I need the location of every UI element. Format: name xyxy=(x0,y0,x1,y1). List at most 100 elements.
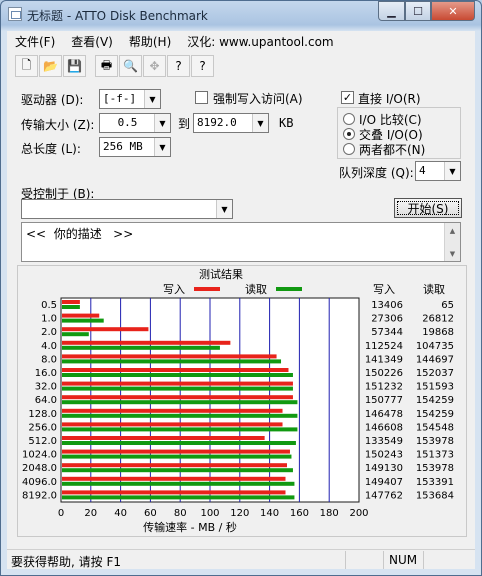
x-tick-label: 200 xyxy=(349,508,368,519)
transfer-from-value: 0.5 xyxy=(117,116,138,129)
y-tick-label: 64.0 xyxy=(35,395,57,406)
resize-grip-icon[interactable] xyxy=(461,550,475,569)
x-tick-label: 40 xyxy=(114,508,127,519)
y-tick-label: 512.0 xyxy=(28,436,57,447)
save-icon[interactable]: 💾 xyxy=(63,55,86,77)
start-button[interactable]: 开始(S) xyxy=(394,198,462,218)
x-tick-label: 0 xyxy=(58,508,64,519)
menu-file[interactable]: 文件(F) xyxy=(7,33,63,50)
read-bar xyxy=(62,468,293,473)
write-value: 141349 xyxy=(365,354,403,365)
force-write-checkbox[interactable] xyxy=(195,91,208,104)
read-bar xyxy=(62,413,298,418)
x-tick-label: 60 xyxy=(144,508,157,519)
io-overlap-radio[interactable] xyxy=(343,128,355,140)
kb-unit-label: KB xyxy=(279,116,294,130)
queue-depth-select[interactable]: 4 ▼ xyxy=(415,161,461,181)
menu-localization-link[interactable]: 汉化: www.upantool.com xyxy=(179,33,341,50)
print-preview-icon[interactable]: 🔍 xyxy=(119,55,142,77)
y-tick-label: 128.0 xyxy=(28,409,57,420)
chevron-down-icon: ▼ xyxy=(216,200,232,218)
context-help-icon[interactable]: ? xyxy=(191,55,214,77)
results-chart: 测试结果写入 读取 写入 读取 0 20 40 60 80 100 120 140 160 180 200 传… xyxy=(22,268,454,534)
read-value: 153391 xyxy=(416,477,454,488)
legend-write-label: 写入 xyxy=(163,283,185,296)
x-tick-label: 160 xyxy=(290,508,309,519)
write-bar xyxy=(62,463,287,468)
legend-read-label: 读取 xyxy=(245,282,267,296)
help-icon[interactable]: ? xyxy=(167,55,190,77)
new-file-icon[interactable]: 🗋 xyxy=(15,55,38,77)
maximize-button[interactable]: ☐ xyxy=(405,1,431,21)
read-bar xyxy=(62,386,293,391)
read-bar xyxy=(62,427,298,432)
main-panel: 🗋 📂 💾 🖶 🔍 ✥ ? ? 驱动器 (D): [-f-] ▼ 强制写入访问(… xyxy=(7,51,475,569)
read-value: 152037 xyxy=(416,368,454,379)
description-box[interactable]: << 你的描述 >> ▲ ▼ xyxy=(21,222,461,262)
write-value: 146478 xyxy=(365,409,403,420)
read-value: 153978 xyxy=(416,436,454,447)
title-bar: 无标题 - ATTO Disk Benchmark ▁ ☐ ✕ xyxy=(1,1,481,29)
transfer-to-select[interactable]: 8192.0 ▼ xyxy=(193,113,269,133)
read-value: 151593 xyxy=(416,382,454,393)
controlled-by-select[interactable]: ▼ xyxy=(21,199,233,219)
app-icon xyxy=(8,7,22,21)
read-value: 65 xyxy=(441,300,454,311)
read-value: 153684 xyxy=(416,490,454,501)
read-bar xyxy=(62,345,220,350)
write-value: 150243 xyxy=(365,450,403,461)
write-value: 146608 xyxy=(365,422,403,433)
read-value: 154548 xyxy=(416,422,454,433)
description-text: << 你的描述 >> xyxy=(26,227,134,241)
minimize-button[interactable]: ▁ xyxy=(378,1,405,21)
write-bar xyxy=(62,490,286,495)
drive-select[interactable]: [-f-] ▼ xyxy=(99,89,161,109)
queue-depth-value: 4 xyxy=(419,164,426,177)
write-column-header: 写入 xyxy=(373,283,395,296)
write-bar xyxy=(62,449,290,454)
read-value: 154259 xyxy=(416,395,454,406)
neither-radio[interactable] xyxy=(343,143,355,155)
status-cell-caps xyxy=(345,551,383,569)
write-value: 149407 xyxy=(365,477,403,488)
write-bar xyxy=(62,395,293,400)
write-bar xyxy=(62,300,80,304)
status-help-text: 要获得帮助, 请按 F1 xyxy=(11,555,121,569)
transfer-from-select[interactable]: 0.5 ▼ xyxy=(99,113,171,133)
write-value: 151232 xyxy=(365,382,403,393)
scroll-down-icon[interactable]: ▼ xyxy=(445,246,460,261)
caption-buttons: ▁ ☐ ✕ xyxy=(378,1,475,21)
write-bar xyxy=(62,354,277,359)
y-tick-label: 32.0 xyxy=(35,382,57,393)
menu-help[interactable]: 帮助(H) xyxy=(121,33,179,50)
read-column-header: 读取 xyxy=(423,282,445,296)
write-value: 57344 xyxy=(371,327,403,338)
drive-label: 驱动器 (D): xyxy=(21,93,84,107)
menu-view[interactable]: 查看(V) xyxy=(63,33,121,50)
chevron-down-icon: ▼ xyxy=(154,114,170,132)
read-bar xyxy=(62,481,295,486)
transfer-to-value: 8192.0 xyxy=(197,116,237,129)
app-window: 无标题 - ATTO Disk Benchmark ▁ ☐ ✕ 文件(F) 查看… xyxy=(0,0,482,576)
window-title: 无标题 - ATTO Disk Benchmark xyxy=(27,9,208,23)
x-tick-label: 100 xyxy=(200,508,219,519)
transfer-size-label: 传输大小 (Z): xyxy=(21,118,95,132)
print-icon[interactable]: 🖶 xyxy=(95,55,118,77)
status-bar: 要获得帮助, 请按 F1 NUM xyxy=(7,549,475,569)
write-value: 133549 xyxy=(365,436,403,447)
close-button[interactable]: ✕ xyxy=(431,1,475,21)
open-folder-icon[interactable]: 📂 xyxy=(39,55,62,77)
results-title: 测试结果 xyxy=(199,268,243,281)
y-tick-label: 4096.0 xyxy=(22,477,57,488)
total-length-select[interactable]: 256 MB ▼ xyxy=(99,137,171,157)
io-compare-radio[interactable] xyxy=(343,113,355,125)
write-value: 147762 xyxy=(365,490,403,501)
read-bar xyxy=(62,400,298,405)
x-tick-label: 20 xyxy=(84,508,97,519)
menu-bar: 文件(F) 查看(V) 帮助(H) 汉化: www.upantool.com xyxy=(7,31,475,51)
scroll-up-icon[interactable]: ▲ xyxy=(445,223,460,238)
description-scrollbar[interactable]: ▲ ▼ xyxy=(444,223,460,261)
direct-io-checkbox[interactable]: ✓ xyxy=(341,91,354,104)
read-value: 144697 xyxy=(416,354,454,365)
move-icon[interactable]: ✥ xyxy=(143,55,166,77)
